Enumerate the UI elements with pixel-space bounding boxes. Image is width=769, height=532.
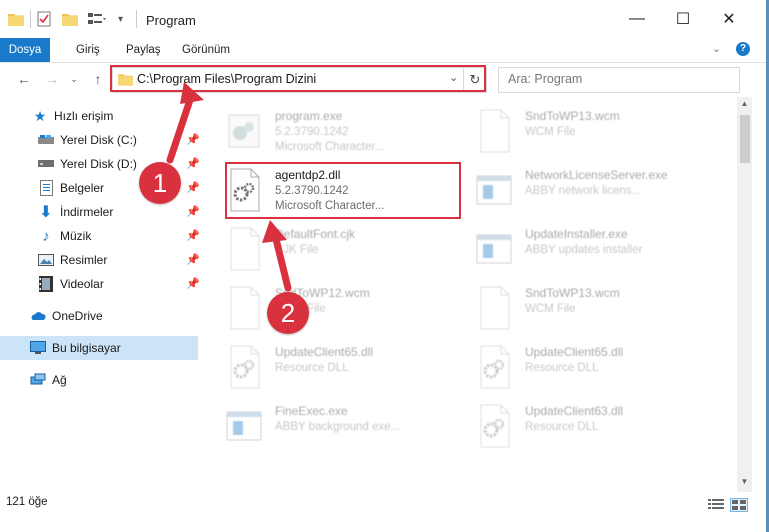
- step-1-badge: 1: [139, 162, 181, 204]
- arrow-head-1: [180, 82, 204, 104]
- step-2-badge: 2: [267, 292, 309, 334]
- annotation-arrows: [166, 82, 292, 292]
- explorer-window: ▾ Program — ☐ ✕ Dosya Giriş Paylaş Görün…: [0, 0, 766, 532]
- arrow-head-2: [262, 220, 287, 243]
- arrow-to-address: [166, 90, 196, 164]
- arrow-to-file: [271, 231, 292, 292]
